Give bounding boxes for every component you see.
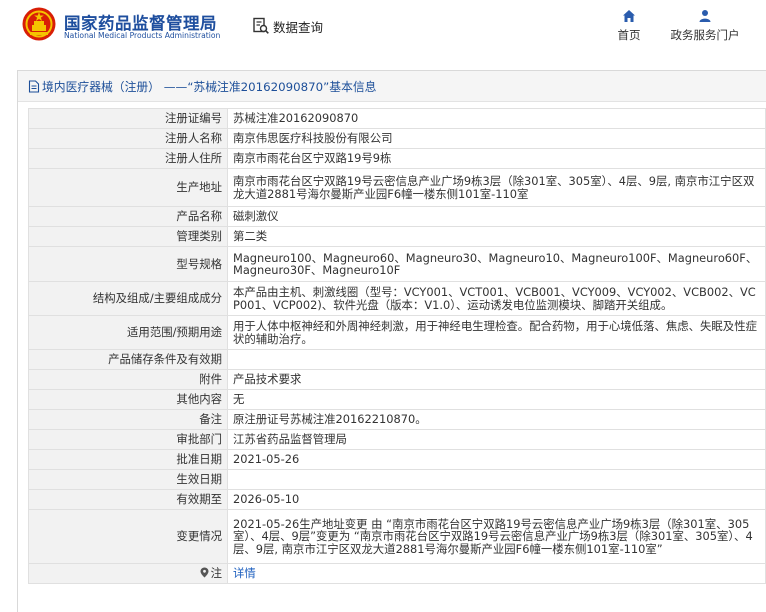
table-row: 适用范围/预期用途 用于人体中枢神经和外周神经刺激，用于神经电生理检查。配合药物… bbox=[28, 315, 766, 350]
row-value: 本产品由主机、刺激线圈（型号：VCY001、VCT001、VCB001、VCY0… bbox=[227, 281, 766, 316]
breadcrumb-text: 境内医疗器械（注册） ——“苏械注准20162090870”基本信息 bbox=[42, 79, 377, 94]
table-row: 注册证编号 苏械注准20162090870 bbox=[28, 108, 766, 129]
table-row: 型号规格 Magneuro100、Magneuro60、Magneuro30、M… bbox=[28, 246, 766, 282]
row-label: 生效日期 bbox=[28, 469, 228, 490]
row-value: 2021-05-26生产地址变更 由 “南京市雨花台区宁双路19号云密信息产业广… bbox=[227, 509, 766, 564]
row-value: 江苏省药品监督管理局 bbox=[227, 429, 766, 450]
table-row: 生产地址 南京市雨花台区宁双路19号云密信息产业广场9栋3层（除301室、305… bbox=[28, 168, 766, 207]
row-value: 第二类 bbox=[227, 226, 766, 247]
row-label: 注册人住所 bbox=[28, 148, 228, 169]
table-row: 其他内容 无 bbox=[28, 389, 766, 410]
row-value bbox=[227, 349, 766, 370]
row-value: 无 bbox=[227, 389, 766, 410]
row-value: 2026-05-10 bbox=[227, 489, 766, 510]
table-row: 注册人住所 南京市雨花台区宁双路19号9栋 bbox=[28, 148, 766, 169]
row-label: 附件 bbox=[28, 369, 228, 390]
nav-service-portal-label: 政务服务门户 bbox=[670, 28, 740, 42]
table-row: 产品名称 磁刺激仪 bbox=[28, 206, 766, 227]
row-value: 用于人体中枢神经和外周神经刺激，用于神经电生理检查。配合药物，用于心境低落、焦虑… bbox=[227, 315, 766, 350]
nav-home-label: 首页 bbox=[617, 28, 641, 42]
row-label: 变更情况 bbox=[28, 509, 228, 564]
table-row: 生效日期 bbox=[28, 469, 766, 490]
registration-info-table: 注册证编号 苏械注准20162090870 注册人名称 南京伟思医疗科技股份有限… bbox=[28, 108, 766, 584]
row-label: 管理类别 bbox=[28, 226, 228, 247]
row-label: 注册证编号 bbox=[28, 108, 228, 129]
row-value: 原注册证号苏械注准20162210870。 bbox=[227, 409, 766, 430]
row-label: 审批部门 bbox=[28, 429, 228, 450]
site-subtitle: National Medical Products Administration bbox=[64, 31, 221, 40]
detail-panel: 境内医疗器械（注册） ——“苏械注准20162090870”基本信息 注册证编号… bbox=[17, 70, 766, 612]
row-value bbox=[227, 469, 766, 490]
table-row: 产品储存条件及有效期 bbox=[28, 349, 766, 370]
row-value: Magneuro100、Magneuro60、Magneuro30、Magneu… bbox=[227, 246, 766, 282]
row-value: 详情 bbox=[227, 563, 766, 584]
row-label: 批准日期 bbox=[28, 449, 228, 470]
document-icon bbox=[28, 79, 40, 93]
table-row: 审批部门 江苏省药品监督管理局 bbox=[28, 429, 766, 450]
row-value: 产品技术要求 bbox=[227, 369, 766, 390]
row-label: 有效期至 bbox=[28, 489, 228, 510]
row-label: 备注 bbox=[28, 409, 228, 430]
row-label: 适用范围/预期用途 bbox=[28, 315, 228, 350]
table-row: 注册人名称 南京伟思医疗科技股份有限公司 bbox=[28, 128, 766, 149]
details-link[interactable]: 详情 bbox=[233, 566, 256, 580]
table-row: 附件 产品技术要求 bbox=[28, 369, 766, 390]
table-row: 备注 原注册证号苏械注准20162210870。 bbox=[28, 409, 766, 430]
table-row: 结构及组成/主要组成成分 本产品由主机、刺激线圈（型号：VCY001、VCT00… bbox=[28, 281, 766, 316]
row-label: 结构及组成/主要组成成分 bbox=[28, 281, 228, 316]
breadcrumb: 境内医疗器械（注册） ——“苏械注准20162090870”基本信息 bbox=[18, 71, 766, 102]
row-value: 磁刺激仪 bbox=[227, 206, 766, 227]
nav-home[interactable]: 首页 bbox=[606, 9, 652, 43]
row-label: 其他内容 bbox=[28, 389, 228, 410]
row-label-note: 注 bbox=[28, 563, 228, 584]
row-value: 苏械注准20162090870 bbox=[227, 108, 766, 129]
table-row: 注 详情 bbox=[28, 563, 766, 584]
row-label: 型号规格 bbox=[28, 246, 228, 282]
table-row: 有效期至 2026-05-10 bbox=[28, 489, 766, 510]
data-query-link[interactable]: 数据查询 bbox=[252, 16, 323, 36]
row-label: 产品储存条件及有效期 bbox=[28, 349, 228, 370]
top-header: 国家药品监督管理局 National Medical Products Admi… bbox=[0, 0, 766, 58]
row-value: 南京市雨花台区宁双路19号云密信息产业广场9栋3层（除301室、305室）、4层… bbox=[227, 168, 766, 207]
nav-service-portal[interactable]: 政务服务门户 bbox=[664, 9, 746, 43]
data-query-label: 数据查询 bbox=[273, 19, 324, 35]
row-value: 南京市雨花台区宁双路19号9栋 bbox=[227, 148, 766, 169]
row-label: 生产地址 bbox=[28, 168, 228, 207]
row-value: 2021-05-26 bbox=[227, 449, 766, 470]
home-icon bbox=[623, 10, 635, 22]
table-row: 变更情况 2021-05-26生产地址变更 由 “南京市雨花台区宁双路19号云密… bbox=[28, 509, 766, 564]
user-icon bbox=[699, 10, 711, 22]
table-row: 管理类别 第二类 bbox=[28, 226, 766, 247]
row-label: 产品名称 bbox=[28, 206, 228, 227]
table-row: 批准日期 2021-05-26 bbox=[28, 449, 766, 470]
national-emblem-icon bbox=[22, 7, 56, 41]
row-value: 南京伟思医疗科技股份有限公司 bbox=[227, 128, 766, 149]
data-search-icon bbox=[253, 17, 269, 34]
row-label: 注册人名称 bbox=[28, 128, 228, 149]
location-pin-icon bbox=[200, 567, 209, 578]
row-label: 注 bbox=[210, 566, 222, 581]
